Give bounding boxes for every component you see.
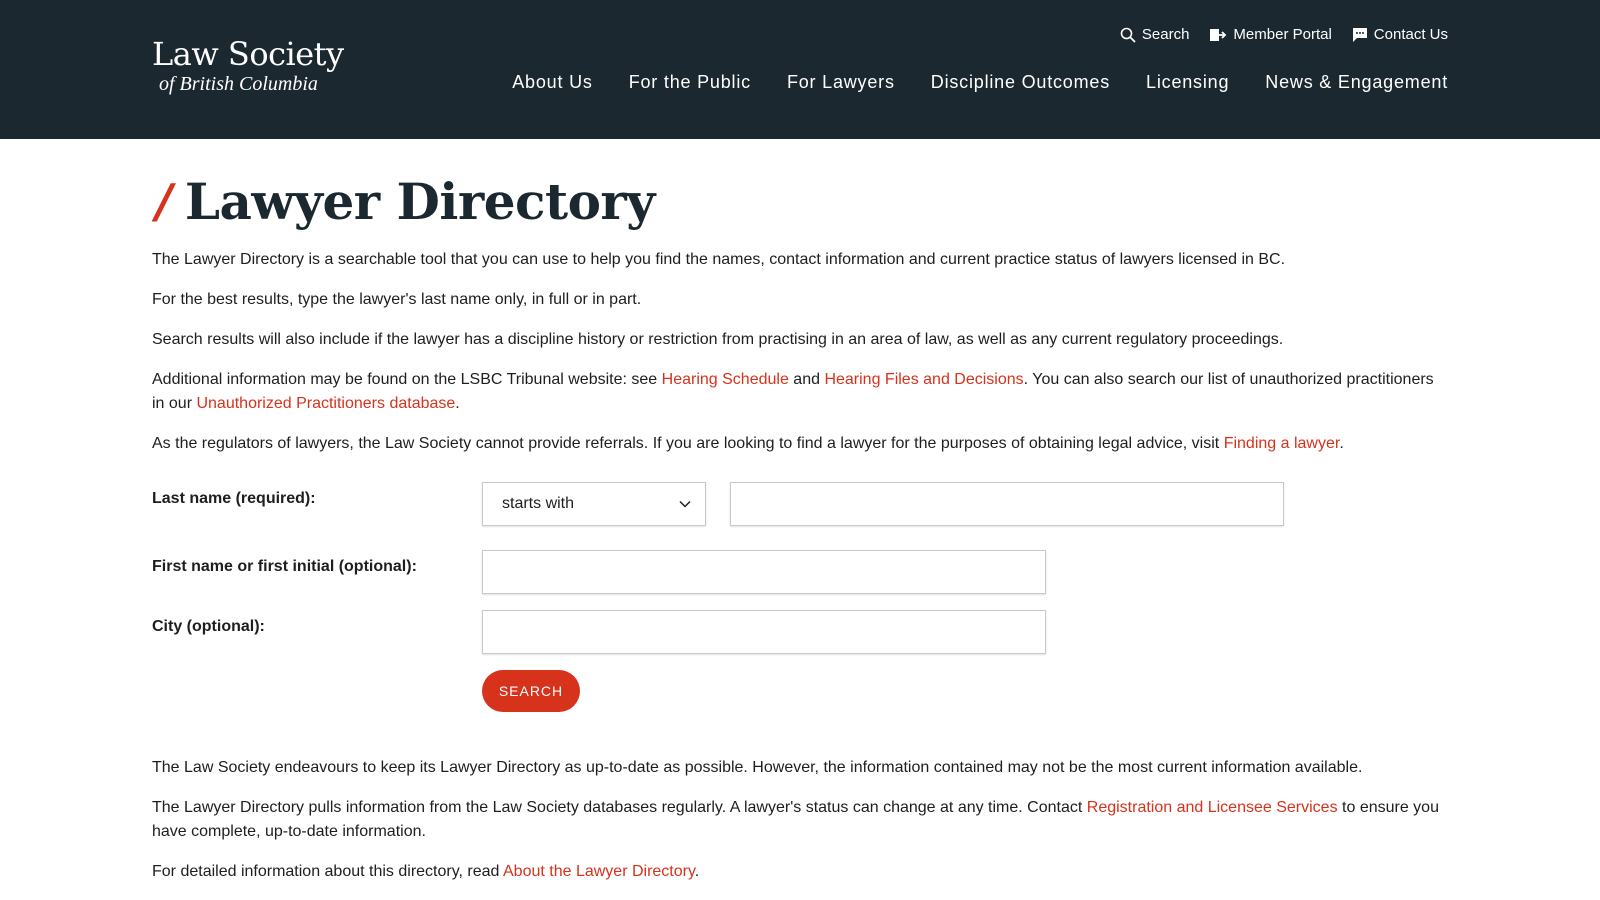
last-name-input[interactable] [730,482,1284,526]
intro-text: The Lawyer Directory is a searchable too… [152,248,1448,456]
page-title: Lawyer Directory [184,171,656,231]
unauthorized-practitioners-link[interactable]: Unauthorized Practitioners database [196,395,455,412]
nav-for-lawyers[interactable]: For Lawyers [787,72,895,93]
utility-contact-label: Contact Us [1373,26,1448,43]
disclaimer-paragraph-3: For detailed information about this dire… [152,860,1448,884]
finding-a-lawyer-link[interactable]: Finding a lawyer [1224,435,1340,452]
intro-paragraph-2: For the best results, type the lawyer's … [152,291,642,308]
main-content: / Lawyer Directory The Lawyer Directory … [152,166,1448,900]
utility-contact-link[interactable]: Contact Us [1352,26,1448,43]
utility-search-link[interactable]: Search [1120,26,1190,43]
disclaimer-p3-text-b: . [694,863,700,880]
logo-main-text: Law Society [152,35,344,73]
chat-icon [1352,27,1368,43]
utility-member-portal-link[interactable]: Member Portal [1209,26,1332,43]
last-name-label: Last name (required): [152,490,316,507]
hearing-schedule-link[interactable]: Hearing Schedule [662,371,789,388]
intro-p4-text-b: and [788,371,825,388]
first-name-label: First name or first initial (optional): [152,558,417,575]
directory-disclaimer: The Law Society endeavours to keep its L… [152,756,1448,884]
city-input[interactable] [482,610,1046,654]
intro-p5-text-b: . [1339,435,1344,452]
intro-paragraph-1: The Lawyer Directory is a searchable too… [152,251,1286,268]
site-logo[interactable]: Law Society of British Columbia [152,35,344,95]
utility-member-portal-label: Member Portal [1233,26,1332,43]
registration-services-link[interactable]: Registration and Licensee Services [1087,799,1338,816]
intro-paragraph-5: As the regulators of lawyers, the Law So… [152,432,1448,456]
nav-discipline-outcomes[interactable]: Discipline Outcomes [931,72,1110,93]
main-nav: About Us For the Public For Lawyers Disc… [512,72,1448,93]
utility-search-label: Search [1141,26,1190,43]
utility-nav: Search Member Portal Contact Us [1120,26,1448,43]
disclaimer-paragraph-1: The Law Society endeavours to keep its L… [152,759,1363,776]
nav-news-engagement[interactable]: News & Engagement [1265,72,1448,93]
city-label: City (optional): [152,618,265,635]
member-portal-icon [1209,27,1227,43]
disclaimer-paragraph-2: The Lawyer Directory pulls information f… [152,796,1448,844]
nav-for-the-public[interactable]: For the Public [629,72,751,93]
nav-licensing[interactable]: Licensing [1146,72,1229,93]
title-row: / Lawyer Directory [152,166,1448,236]
intro-paragraph-4: Additional information may be found on t… [152,368,1448,416]
intro-p4-text-d: . [455,395,460,412]
last-name-match-select[interactable]: starts with [482,482,706,526]
title-slash-accent: / [156,174,173,228]
directory-search-form: Last name (required): starts with First … [152,482,1448,742]
last-name-match-value: starts with [502,495,575,512]
intro-p4-text-a: Additional information may be found on t… [152,371,662,388]
search-icon [1120,27,1136,43]
disclaimer-p3-text-a: For detailed information about this dire… [152,863,503,880]
logo-sub-text: of British Columbia [159,73,318,95]
site-header: Law Society of British Columbia Search M… [0,0,1600,139]
hearing-files-link[interactable]: Hearing Files and Decisions [824,371,1023,388]
about-directory-link[interactable]: About the Lawyer Directory [503,863,695,880]
intro-paragraph-3: Search results will also include if the … [152,331,1284,348]
intro-p5-text-a: As the regulators of lawyers, the Law So… [152,435,1224,452]
nav-about-us[interactable]: About Us [512,72,592,93]
chevron-down-icon [679,495,691,513]
first-name-input[interactable] [482,550,1046,594]
search-button[interactable]: SEARCH [482,670,580,712]
disclaimer-p2-text-a: The Lawyer Directory pulls information f… [152,799,1087,816]
